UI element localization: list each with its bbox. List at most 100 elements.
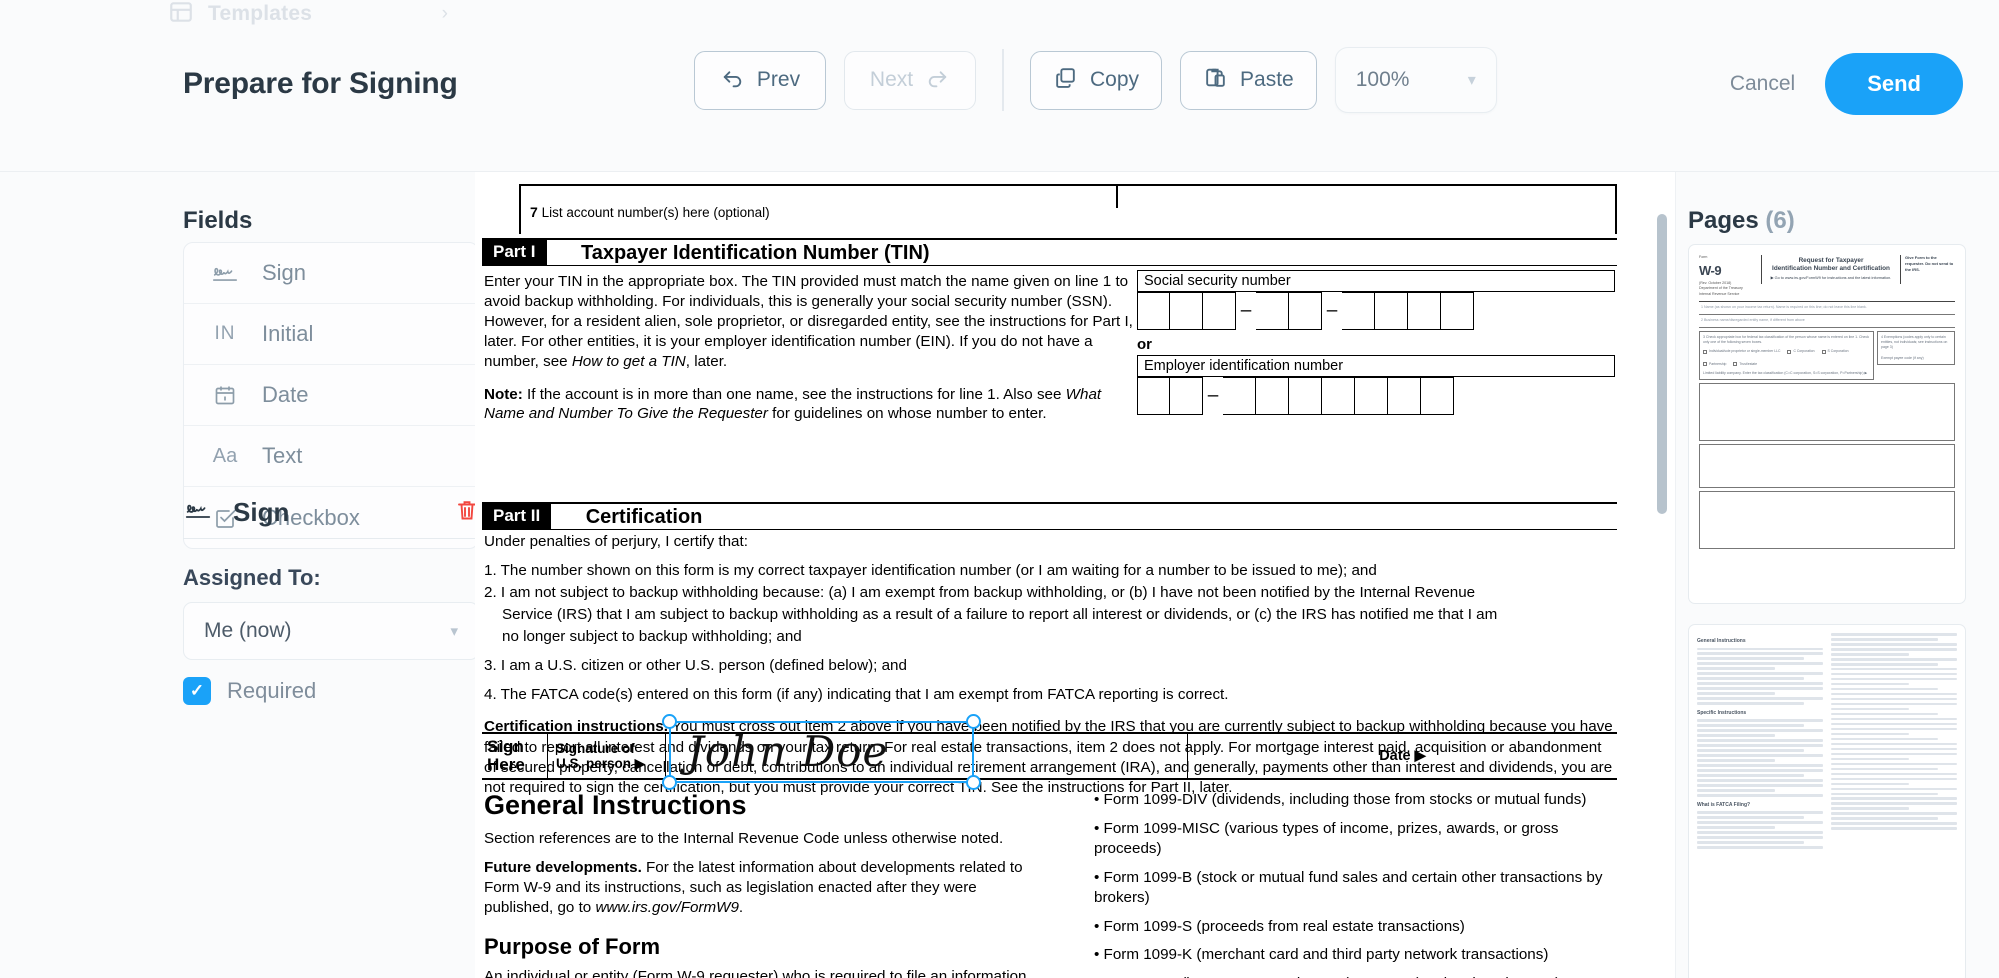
forms-list-item: • Form 1099-S (proceeds from real estate…	[1094, 917, 1465, 935]
ssn-dash: –	[1326, 300, 1338, 321]
resize-handle-top-right[interactable]	[966, 714, 981, 729]
paste-button[interactable]: Paste	[1180, 50, 1317, 110]
send-button[interactable]: Send	[1825, 53, 1963, 115]
thumbnail-column-left: General Instructions Specific Instructio…	[1697, 633, 1823, 851]
forms-list-item: • Form 1099-K (merchant card and third p…	[1094, 946, 1549, 964]
part-2-item: 3. I am a U.S. citizen or other U.S. per…	[484, 657, 907, 675]
ssn-cell	[1137, 292, 1170, 330]
thumb-checkbox: Partnership	[1703, 362, 1726, 367]
breadcrumb[interactable]: Templates ›	[168, 0, 448, 38]
ein-cell	[1256, 377, 1289, 415]
ssn-cell	[1203, 292, 1236, 330]
required-checkbox[interactable]: ✓	[183, 677, 211, 705]
sign-here-text: Sign Here	[487, 738, 525, 774]
thumb-checkbox: Individual/sole proprietor or single-mem…	[1703, 349, 1780, 354]
required-label: Required	[227, 678, 317, 703]
part-2-title: Certification	[585, 506, 703, 528]
thumb-part1-box	[1699, 444, 1955, 489]
field-item-date[interactable]: Date	[184, 365, 478, 426]
part-2-item: 4. The FATCA code(s) entered on this for…	[484, 686, 1229, 704]
thumb-line-4: 4 Exemptions (codes apply only to certai…	[1881, 334, 1948, 350]
initial-icon: IN	[214, 323, 236, 344]
resize-handle-bottom-left[interactable]	[662, 775, 677, 790]
signature-icon	[183, 498, 213, 527]
document-scrollbar[interactable]	[1657, 214, 1667, 514]
thumbnail-content: General Instructions Specific Instructio…	[1697, 633, 1957, 975]
ssn-cell	[1408, 292, 1441, 330]
selected-field-label: Sign	[233, 497, 290, 527]
copy-button[interactable]: Copy	[1030, 50, 1163, 110]
signature-field-selected[interactable]: John Doe	[662, 714, 981, 790]
fields-heading: Fields	[183, 207, 253, 234]
line-7-number: 7	[530, 204, 538, 220]
field-label: Text	[262, 443, 303, 468]
field-item-sign[interactable]: Sign	[184, 243, 478, 304]
ein-cell	[1388, 377, 1421, 415]
thumbnail-column-right	[1831, 633, 1957, 851]
line-7-box: 7 List account number(s) here (optional)	[519, 184, 1617, 234]
pages-heading: Pages (6)	[1688, 207, 1795, 235]
thumbnail-columns: General Instructions Specific Instructio…	[1697, 633, 1957, 851]
thumb-form-irs: Internal Revenue Service	[1699, 291, 1740, 296]
part-1-body: Enter your TIN in the appropriate box. T…	[484, 272, 1134, 437]
prev-button[interactable]: Prev	[694, 50, 826, 110]
thumb2-heading-3: What is FATCA Filing?	[1697, 801, 1751, 808]
pages-sidebar: Pages (6) Form W-9 (Rev. October 2018) D…	[1675, 172, 1999, 978]
ssn-box-row: – –	[1137, 292, 1615, 330]
line-7-label: List account number(s) here (optional)	[541, 205, 770, 220]
part-2-item: 1. The number shown on this form is my c…	[484, 562, 1377, 580]
section-references: Section references are to the Internal R…	[484, 830, 1004, 847]
pages-label: Pages	[1688, 207, 1759, 234]
thumb-checkbox: C Corporation	[1787, 349, 1815, 354]
future-developments-label: Future developments.	[484, 858, 642, 876]
thumb-address-box	[1699, 383, 1955, 442]
thumb-form-number: W-9	[1699, 262, 1722, 278]
zoom-value: 100%	[1355, 68, 1410, 91]
future-developments: Future developments. For the latest info…	[484, 858, 1044, 918]
zoom-select[interactable]: 100% ▾	[1334, 47, 1497, 113]
thumb-line-3: 3 Check appropriate box for federal tax …	[1703, 334, 1869, 344]
next-button[interactable]: Next	[844, 50, 976, 110]
resize-handle-bottom-right[interactable]	[966, 775, 981, 790]
sign-here-cell: Sign Here	[482, 734, 548, 778]
signature-of-line1: Signature of	[556, 740, 635, 756]
signature-of-line2: U.S. person ▶	[556, 756, 646, 771]
thumbnail-form-meta: Form W-9 (Rev. October 2018) Department …	[1699, 255, 1761, 297]
thumb-exempt-note: Exempt payee code (if any)	[1881, 355, 1924, 360]
assigned-to-label: Assigned To:	[183, 565, 321, 590]
copy-label: Copy	[1090, 68, 1140, 91]
ssn-cell	[1441, 292, 1474, 330]
part-1-p1-italic: How to get a TIN	[571, 352, 686, 370]
thumb-subtitle: ▶ Go to www.irs.gov/FormW9 for instructi…	[1770, 276, 1892, 280]
field-item-initial[interactable]: IN Initial	[184, 304, 478, 365]
top-bar: Templates › Prepare for Signing Prev Nex…	[0, 0, 1999, 172]
purpose-of-form-text: An individual or entity (Form W-9 reques…	[484, 967, 1027, 978]
thumb-checkbox: S Corporation	[1821, 349, 1848, 354]
page-thumbnail-2[interactable]: General Instructions Specific Instructio…	[1688, 624, 1966, 978]
part-2-item: no longer subject to backup withholding;…	[502, 628, 802, 646]
ein-box-row: –	[1137, 377, 1615, 415]
field-label: Sign	[262, 260, 307, 285]
page-thumbnail-1[interactable]: Form W-9 (Rev. October 2018) Department …	[1688, 244, 1966, 604]
chevron-down-icon: ▾	[1467, 72, 1476, 89]
part-1-bar: Part I Taxpayer Identification Number (T…	[482, 238, 1617, 266]
ssn-dash: –	[1240, 300, 1252, 321]
part-1-paragraph: Enter your TIN in the appropriate box. T…	[484, 272, 1134, 372]
thumb2-heading-1: General Instructions	[1697, 638, 1746, 644]
resize-handle-top-left[interactable]	[662, 714, 677, 729]
document-viewport[interactable]: 7 List account number(s) here (optional)…	[475, 172, 1675, 978]
assigned-to-select[interactable]: Me (now) ▾	[183, 602, 479, 660]
required-checkbox-row[interactable]: ✓ Required	[183, 677, 316, 705]
fields-sidebar: Fields Sign IN Initial Date Aa Text Chec…	[0, 172, 479, 978]
cancel-button[interactable]: Cancel	[1730, 72, 1795, 96]
ein-cell	[1289, 377, 1322, 415]
ein-cell	[1137, 377, 1170, 415]
line-7-text: 7 List account number(s) here (optional)	[530, 204, 770, 220]
part-1-note: Note: If the account is in more than one…	[484, 385, 1134, 425]
ein-label: Employer identification number	[1137, 355, 1615, 377]
field-item-text[interactable]: Aa Text	[184, 426, 478, 487]
part-1-note-label: Note:	[484, 385, 523, 403]
ssn-cell	[1256, 292, 1289, 330]
thumb-right-note: Give Form to the requester. Do not send …	[1905, 255, 1954, 273]
breadcrumb-label: Templates	[208, 2, 313, 25]
